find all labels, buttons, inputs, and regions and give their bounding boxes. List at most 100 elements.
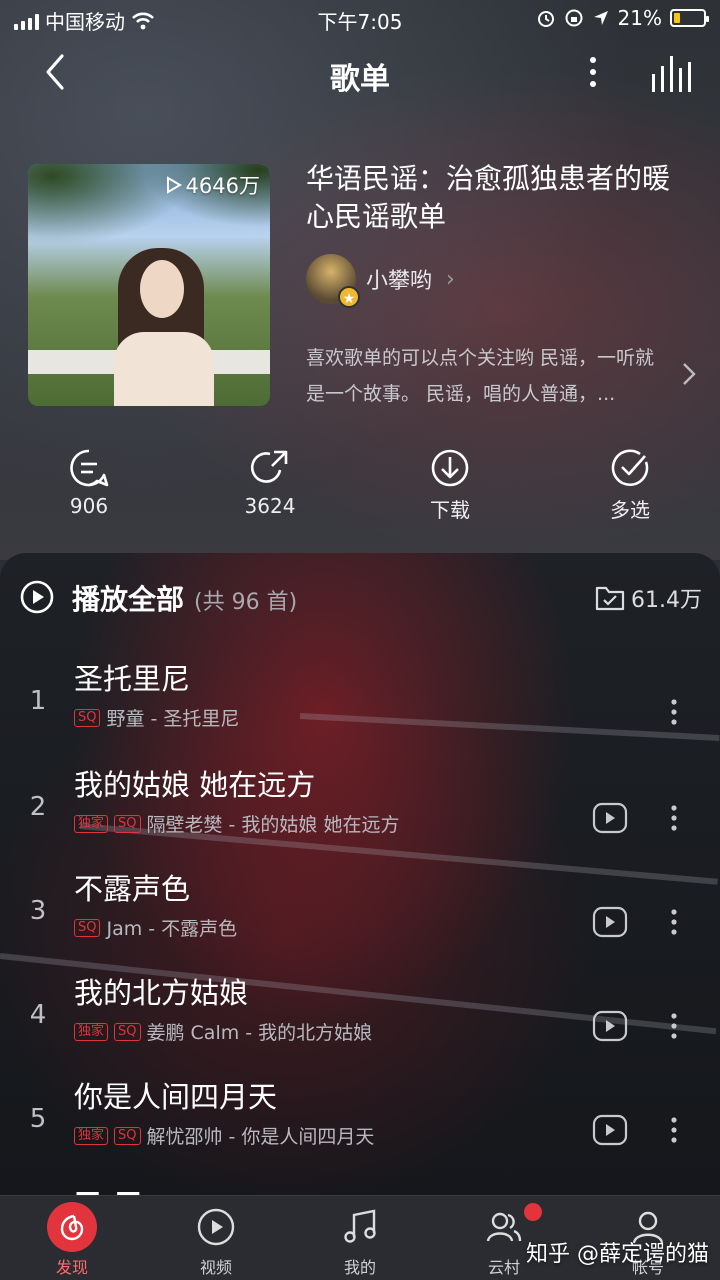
share-button[interactable]: 3624: [210, 448, 330, 518]
more-vertical-icon[interactable]: [664, 694, 684, 730]
download-icon: [431, 449, 469, 487]
exclusive-badge: 独家: [74, 1022, 109, 1041]
tab-cloud-village-label: 云村: [487, 1258, 520, 1277]
notification-dot: [524, 1203, 542, 1221]
song-title: 你是人间四月天: [74, 1080, 278, 1114]
song-title: 我的姑娘 她在远方: [74, 768, 316, 802]
cover-figure-dress: [114, 332, 214, 406]
song-artist-album: 姜鹏 Calm - 我的北方姑娘: [146, 1022, 373, 1044]
more-vertical-icon[interactable]: [664, 1112, 684, 1148]
action-row: 906 3624 下载 多选: [0, 448, 720, 528]
chevron-right-icon: ›: [446, 266, 455, 292]
star-badge-icon: ★: [338, 286, 360, 308]
song-count: (共 96 首): [194, 590, 298, 615]
song-index: 3: [29, 896, 47, 926]
sq-badge: SQ: [114, 1126, 141, 1145]
song-title: 我的北方姑娘: [74, 976, 249, 1010]
battery-percent: 21%: [617, 6, 662, 30]
share-icon: [250, 450, 288, 483]
collect-count: 61.4万: [631, 588, 702, 613]
playlist-cover-image[interactable]: 4646万: [28, 164, 270, 406]
video-play-icon: [191, 1202, 241, 1252]
tab-mine-label: 我的: [343, 1258, 376, 1277]
cover-figure-face: [140, 260, 184, 318]
song-row-partial[interactable]: ▬ ▬: [74, 1180, 194, 1195]
play-triangle-icon: [166, 176, 182, 194]
folder-check-icon: [595, 586, 625, 611]
comment-icon: [70, 449, 109, 487]
song-index: 2: [29, 792, 47, 822]
tab-mine[interactable]: 我的: [310, 1202, 410, 1278]
location-icon: [593, 11, 608, 25]
avatar[interactable]: ★: [306, 254, 360, 308]
collect-button[interactable]: 61.4万: [595, 582, 702, 614]
song-row[interactable]: 4 我的北方姑娘独家 SQ 姜鹏 Calm - 我的北方姑娘: [0, 970, 720, 1074]
rotation-lock-icon: [565, 9, 583, 27]
song-subtitle: 独家 SQ 解忧邵帅 - 你是人间四月天: [74, 1122, 374, 1149]
netease-logo-icon: [47, 1202, 97, 1252]
alarm-icon: [537, 11, 554, 27]
song-title: 圣托里尼: [74, 662, 191, 696]
status-bar: 中国移动 下午7:05 21%: [0, 0, 720, 36]
playlist-title: 华语民谣：治愈孤独患者的暖心民谣歌单: [306, 162, 671, 233]
mv-play-icon[interactable]: [592, 1008, 628, 1044]
more-vertical-icon[interactable]: [664, 1008, 684, 1044]
more-vertical-icon[interactable]: [664, 904, 684, 940]
play-circle-icon[interactable]: [20, 580, 54, 614]
multiselect-check-icon: [611, 449, 649, 487]
share-count: 3624: [244, 494, 296, 518]
song-row[interactable]: 2 我的姑娘 她在远方独家 SQ 隔壁老樊 - 我的姑娘 她在远方: [0, 762, 720, 866]
page-title: 歌单: [330, 62, 390, 97]
comment-button[interactable]: 906: [29, 448, 149, 518]
tab-video[interactable]: 视频: [166, 1202, 266, 1278]
song-row[interactable]: 5 你是人间四月天独家 SQ 解忧邵帅 - 你是人间四月天: [0, 1074, 720, 1178]
song-index: 5: [29, 1104, 47, 1134]
play-all-label[interactable]: 播放全部: [72, 578, 184, 618]
song-subtitle: SQ Jam - 不露声色: [74, 914, 237, 941]
more-vertical-icon[interactable]: [664, 800, 684, 836]
more-vertical-icon[interactable]: [578, 50, 608, 94]
song-title: 不露声色: [74, 872, 191, 906]
battery-icon: [670, 9, 709, 27]
download-button[interactable]: 下载: [390, 448, 510, 523]
mv-play-icon[interactable]: [592, 904, 628, 940]
people-icon: [479, 1202, 529, 1252]
mv-play-icon[interactable]: [592, 1112, 628, 1148]
multiselect-label: 多选: [610, 498, 650, 522]
exclusive-badge: 独家: [74, 814, 109, 833]
song-subtitle: 独家 SQ 隔壁老樊 - 我的姑娘 她在远方: [74, 810, 399, 837]
now-playing-bars-icon[interactable]: [648, 52, 692, 96]
song-subtitle: 独家 SQ 姜鹏 Calm - 我的北方姑娘: [74, 1018, 372, 1045]
multiselect-button[interactable]: 多选: [570, 448, 690, 523]
navigation-bar: 歌单: [0, 44, 720, 104]
song-artist-album: 隔壁老樊 - 我的姑娘 她在远方: [146, 814, 400, 836]
song-artist-album: 解忧邵帅 - 你是人间四月天: [146, 1126, 375, 1148]
song-artist-album: 野童 - 圣托里尼: [106, 708, 240, 730]
download-label: 下载: [430, 498, 470, 522]
playlist-description[interactable]: 喜欢歌单的可以点个关注哟 民谣，一听就是一个故事。 民谣，唱的人普通，...: [306, 340, 672, 412]
song-row[interactable]: 1 圣托里尼 SQ 野童 - 圣托里尼: [0, 656, 720, 760]
song-index: 4: [29, 1000, 47, 1030]
mv-play-icon[interactable]: [592, 800, 628, 836]
music-note-icon: [335, 1202, 385, 1252]
tab-discover[interactable]: 发现: [22, 1202, 122, 1278]
play-all-row[interactable]: 播放全部 (共 96 首) 61.4万: [0, 574, 720, 622]
tab-discover-label: 发现: [55, 1258, 88, 1277]
sq-badge: SQ: [74, 918, 101, 937]
watermark: 知乎 @薛定谔的猫: [526, 1242, 709, 1267]
play-count: 4646万: [166, 170, 260, 200]
tab-video-label: 视频: [199, 1258, 232, 1277]
song-artist-album: Jam - 不露声色: [106, 918, 238, 940]
exclusive-badge: 独家: [74, 1126, 109, 1145]
play-count-value: 4646万: [185, 174, 260, 198]
song-row[interactable]: 3 不露声色 SQ Jam - 不露声色: [0, 866, 720, 970]
creator-link[interactable]: ★ 小攀哟 ›: [306, 254, 455, 308]
creator-name[interactable]: 小攀哟: [366, 263, 432, 295]
sq-badge: SQ: [114, 814, 141, 833]
comment-count: 906: [69, 494, 109, 518]
sq-badge: SQ: [74, 708, 101, 727]
sq-badge: SQ: [114, 1022, 141, 1041]
song-index: 1: [29, 686, 47, 716]
song-subtitle: SQ 野童 - 圣托里尼: [74, 704, 239, 731]
chevron-right-icon[interactable]: [680, 360, 698, 388]
